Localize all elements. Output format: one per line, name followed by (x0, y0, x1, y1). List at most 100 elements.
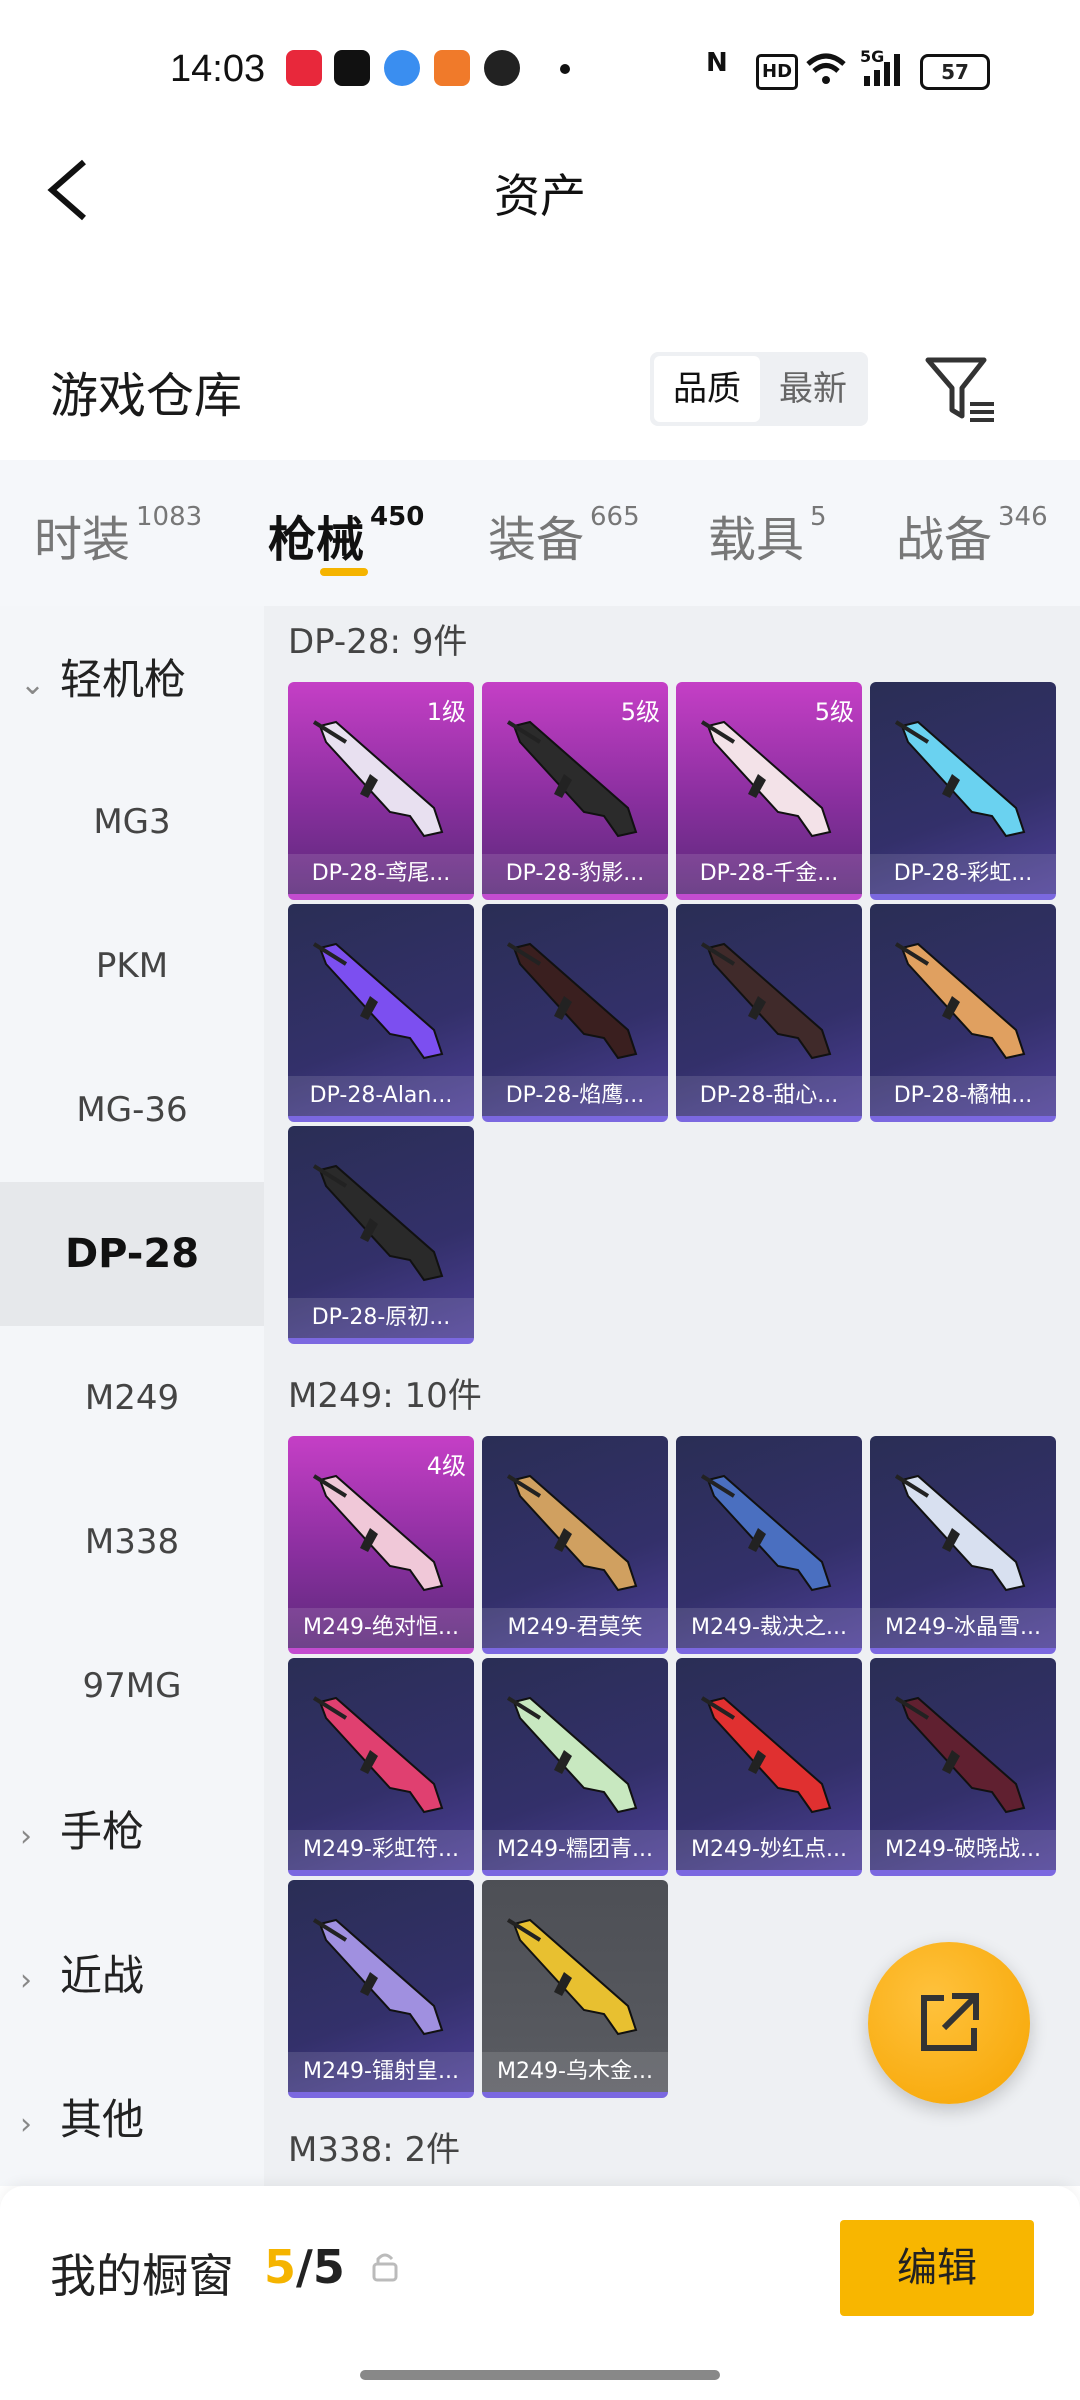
weapon-image (506, 1696, 638, 1814)
sidebar-group-melee[interactable]: › 近战 (20, 1936, 260, 2016)
weapon-image (894, 1474, 1026, 1592)
item-name: DP-28-鸢尾... (288, 854, 474, 894)
sidebar-item-pkm[interactable]: PKM (0, 894, 264, 1038)
chevron-right-icon: › (20, 1963, 32, 1998)
chevron-down-icon: ⌄ (20, 667, 46, 702)
status-bar: 14:03 N HD 5G 57 (0, 0, 1080, 140)
item-name: M249-妙红点... (676, 1830, 862, 1870)
item-level-badge: 1级 (426, 698, 466, 726)
item-name: M249-君莫笑 (482, 1608, 668, 1648)
svg-text:5G: 5G (860, 48, 884, 66)
share-icon (921, 1993, 979, 2051)
item-card[interactable]: 1级 DP-28-鸢尾... (288, 682, 474, 900)
item-card[interactable]: M249-裁决之... (676, 1436, 862, 1654)
item-card[interactable]: 4级 M249-绝对恒... (288, 1436, 474, 1654)
item-card[interactable]: M249-乌木金... (482, 1880, 668, 2098)
sidebar-group-pistol[interactable]: › 手枪 (20, 1792, 260, 1872)
item-name: DP-28-甜心... (676, 1076, 862, 1116)
item-name: DP-28-豹影... (482, 854, 668, 894)
item-card[interactable]: M249-破晓战... (870, 1658, 1056, 1876)
nfc-icon: N (706, 48, 728, 78)
item-card[interactable]: M249-君莫笑 (482, 1436, 668, 1654)
sidebar-item-mg36[interactable]: MG-36 (0, 1038, 264, 1182)
item-card[interactable]: M249-糯团青... (482, 1658, 668, 1876)
item-name: M249-冰晶雪... (870, 1608, 1056, 1648)
tab-equipment[interactable]: 装备 665 (488, 500, 640, 570)
sidebar-group-lmg[interactable]: ⌄ 轻机枪 (20, 640, 260, 720)
weapon-image (312, 942, 444, 1060)
wechat-icon (484, 50, 520, 86)
item-name: DP-28-焰鹰... (482, 1076, 668, 1116)
tab-fashion[interactable]: 时装 1083 (34, 500, 202, 570)
item-name: DP-28-Alan... (288, 1076, 474, 1116)
wifi-icon (806, 53, 846, 84)
item-level-badge: 5级 (620, 698, 660, 726)
item-card[interactable]: DP-28-橘柚... (870, 904, 1056, 1122)
item-level-badge: 4级 (426, 1452, 466, 1480)
item-card[interactable]: DP-28-甜心... (676, 904, 862, 1122)
sidebar-item-m249[interactable]: M249 (0, 1326, 264, 1470)
weapon-image (700, 720, 832, 838)
item-card[interactable]: 5级 DP-28-千金... (676, 682, 862, 900)
sidebar-item-97mg[interactable]: 97MG (0, 1614, 264, 1758)
item-card[interactable]: DP-28-原初... (288, 1126, 474, 1344)
item-name: DP-28-彩虹... (870, 854, 1056, 894)
tab-firearms[interactable]: 枪械 450 (268, 500, 424, 570)
weapon-image (700, 1696, 832, 1814)
weapon-image (312, 1918, 444, 2036)
item-card[interactable]: M249-镭射皇... (288, 1880, 474, 2098)
item-name: M249-绝对恒... (288, 1608, 474, 1648)
item-card[interactable]: M249-冰晶雪... (870, 1436, 1056, 1654)
sidebar-group-other[interactable]: › 其他 (20, 2080, 260, 2160)
5g-signal-icon: 5G (860, 48, 900, 86)
item-level-badge: 5级 (814, 698, 854, 726)
chevron-right-icon: › (20, 1819, 32, 1854)
weapon-image (312, 720, 444, 838)
status-time: 14:03 (170, 48, 266, 90)
showcase-label: 我的橱窗 (50, 2249, 234, 2303)
home-indicator[interactable] (360, 2370, 720, 2380)
group-title-dp28: DP-28: 9件 (288, 622, 468, 662)
item-card[interactable]: DP-28-彩虹... (870, 682, 1056, 900)
weapon-image (312, 1474, 444, 1592)
group-title-m338: M338: 2件 (288, 2130, 461, 2170)
tab-supplies[interactable]: 战备 346 (896, 500, 1048, 570)
group-title-m249: M249: 10件 (288, 1376, 482, 1416)
page-title: 资产 (494, 169, 586, 223)
notification-dot-icon (560, 64, 570, 74)
item-card[interactable]: M249-彩虹符... (288, 1658, 474, 1876)
sidebar-item-mg3[interactable]: MG3 (0, 750, 264, 894)
item-name: M249-镭射皇... (288, 2052, 474, 2092)
weapon-image (312, 1164, 444, 1282)
weapon-image (506, 1918, 638, 2036)
item-name: M249-乌木金... (482, 2052, 668, 2092)
item-card[interactable]: DP-28-焰鹰... (482, 904, 668, 1122)
weapon-image (894, 720, 1026, 838)
sidebar-item-m338[interactable]: M338 (0, 1470, 264, 1614)
sort-latest-button[interactable]: 最新 (760, 356, 866, 422)
filter-icon[interactable] (920, 350, 1000, 430)
item-card[interactable]: M249-妙红点... (676, 1658, 862, 1876)
share-button[interactable] (868, 1942, 1030, 2104)
section-title: 游戏仓库 (50, 368, 243, 424)
weapon-image (700, 1474, 832, 1592)
browser-icon (384, 50, 420, 86)
weapon-image (894, 1696, 1026, 1814)
item-card[interactable]: 5级 DP-28-豹影... (482, 682, 668, 900)
battery-icon: 57 (920, 54, 990, 90)
edit-button[interactable]: 编辑 (840, 2220, 1034, 2316)
weapon-image (506, 942, 638, 1060)
sidebar-item-dp28[interactable]: DP-28 (0, 1182, 264, 1326)
tiktok-icon (334, 50, 370, 86)
weapon-image (506, 1474, 638, 1592)
weapon-image (312, 1696, 444, 1814)
tab-vehicles[interactable]: 载具 5 (708, 500, 827, 570)
item-name: M249-裁决之... (676, 1608, 862, 1648)
game-app-icon (434, 50, 470, 86)
item-name: DP-28-千金... (676, 854, 862, 894)
active-tab-indicator (320, 568, 368, 576)
item-name: M249-糯团青... (482, 1830, 668, 1870)
sort-quality-button[interactable]: 品质 (654, 356, 760, 422)
weapon-image (894, 942, 1026, 1060)
item-card[interactable]: DP-28-Alan... (288, 904, 474, 1122)
